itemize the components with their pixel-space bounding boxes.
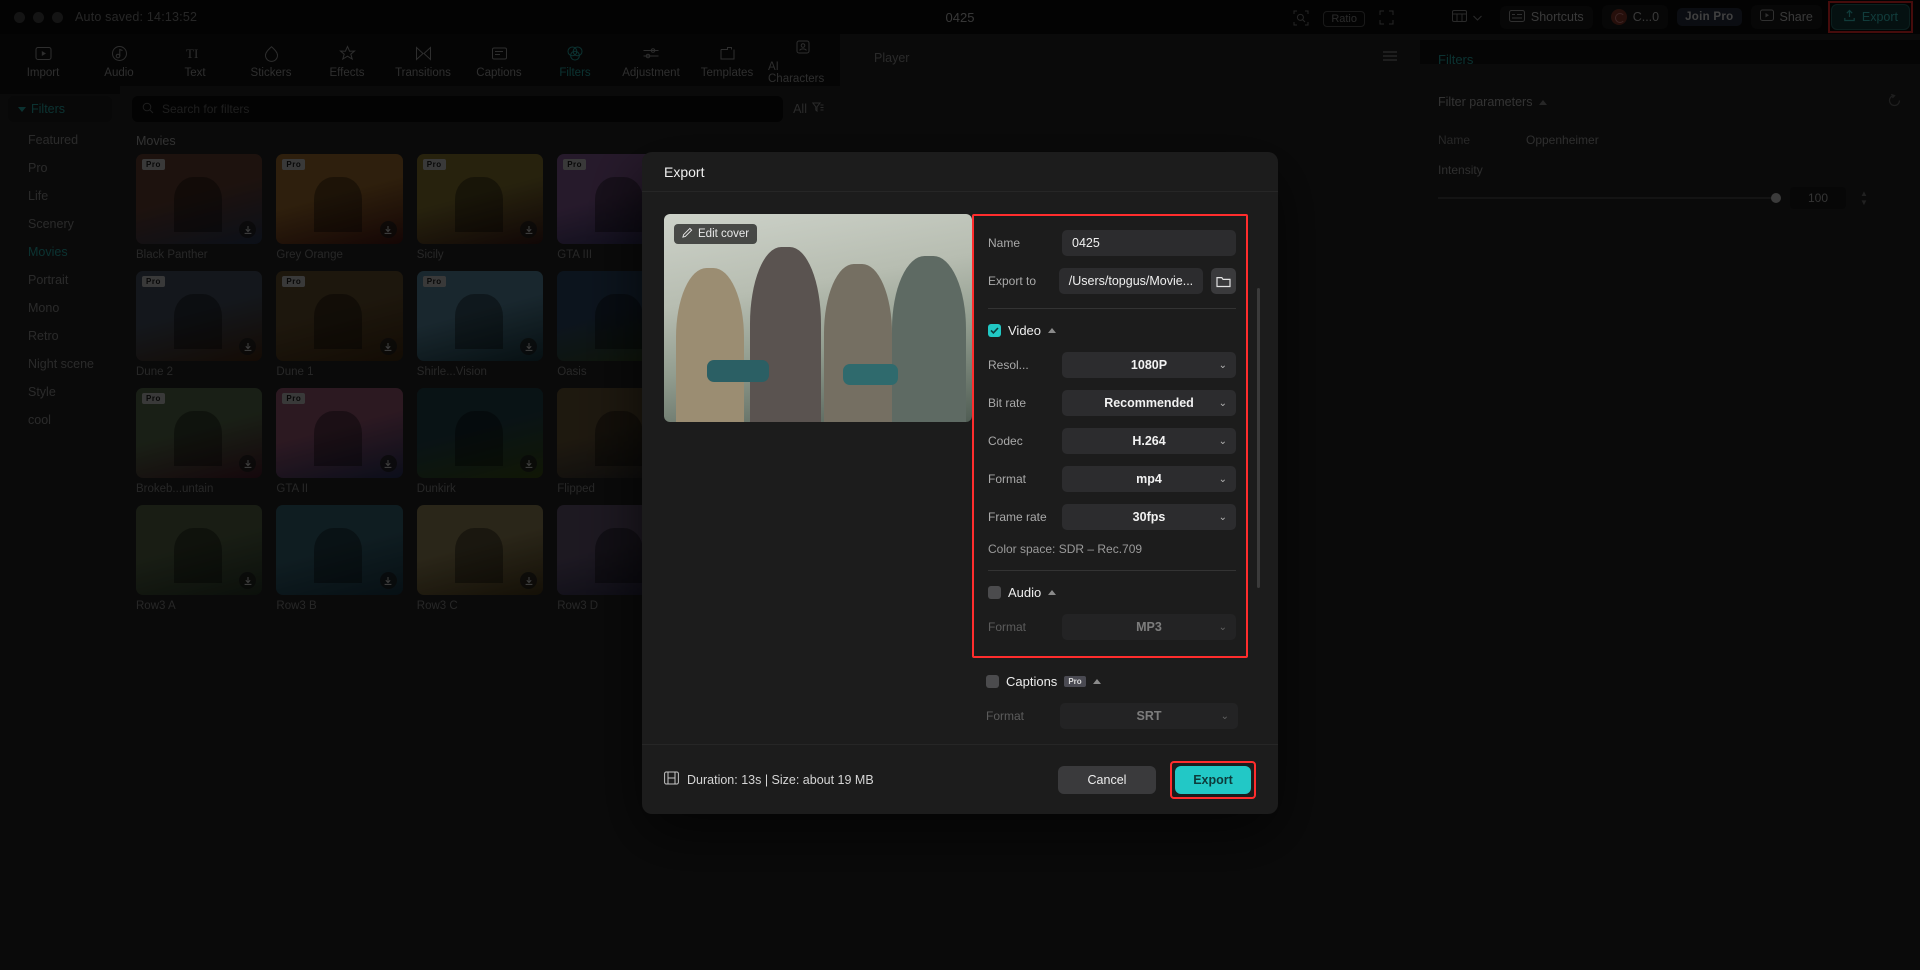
audio-format-value: MP3	[1136, 620, 1162, 634]
export-dialog-actions: Cancel Export	[1058, 760, 1256, 799]
color-space-info: Color space: SDR – Rec.709	[988, 542, 1143, 556]
chevron-down-icon: ⌄	[1218, 435, 1227, 447]
captions-format-row: Format SRT ⌄	[986, 703, 1238, 729]
captions-group-header[interactable]: Captions Pro	[986, 674, 1238, 689]
pro-badge: Pro	[1064, 676, 1086, 687]
framerate-label: Frame rate	[988, 510, 1047, 524]
export-settings-highlight: Name 0425 Export to /Users/topgus/Movie.…	[972, 214, 1248, 658]
audio-label: Audio	[1008, 585, 1042, 600]
export-path-input[interactable]: /Users/topgus/Movie...	[1058, 268, 1204, 294]
bitrate-row: Bit rate Recommended ⌄	[988, 390, 1236, 416]
codec-value: H.264	[1132, 434, 1166, 448]
audio-format-row: Format MP3 ⌄	[988, 614, 1236, 640]
resolution-row: Resol... 1080P ⌄	[988, 352, 1236, 378]
audio-group-header[interactable]: Audio	[988, 585, 1236, 600]
name-input[interactable]: 0425	[1062, 230, 1236, 256]
codec-row: Codec H.264 ⌄	[988, 428, 1236, 454]
audio-format-label: Format	[988, 620, 1027, 634]
chevron-up-icon[interactable]	[1048, 590, 1057, 595]
captions-format-select[interactable]: SRT ⌄	[1060, 703, 1238, 729]
film-icon	[664, 771, 679, 788]
edit-pencil-icon	[682, 227, 693, 241]
format-row: Format mp4 ⌄	[988, 466, 1236, 492]
format-label: Format	[988, 472, 1027, 486]
export-dialog: Export Edit cover Name 0425 Export to /U…	[642, 152, 1278, 814]
name-label: Name	[988, 236, 1021, 250]
cover-preview[interactable]: Edit cover	[664, 214, 972, 422]
captions-section: Captions Pro Format SRT ⌄	[972, 658, 1248, 729]
captions-label: Captions	[1006, 674, 1058, 689]
cancel-button[interactable]: Cancel	[1058, 765, 1156, 794]
format-value: mp4	[1136, 472, 1162, 486]
framerate-value: 30fps	[1132, 510, 1166, 524]
export-confirm-button[interactable]: Export	[1175, 765, 1251, 794]
export-to-row: Export to /Users/topgus/Movie...	[988, 268, 1236, 294]
folder-icon[interactable]	[1211, 268, 1236, 294]
edit-cover-button[interactable]: Edit cover	[674, 224, 758, 244]
export-summary-text: Duration: 13s | Size: about 19 MB	[687, 772, 874, 787]
export-dialog-footer: Duration: 13s | Size: about 19 MB Cancel…	[642, 744, 1278, 814]
resolution-label: Resol...	[988, 358, 1029, 372]
bitrate-value: Recommended	[1104, 396, 1194, 410]
captions-format-label: Format	[986, 709, 1025, 723]
codec-label: Codec	[988, 434, 1023, 448]
codec-select[interactable]: H.264 ⌄	[1062, 428, 1236, 454]
chevron-down-icon: ⌄	[1218, 397, 1227, 409]
chevron-down-icon: ⌄	[1218, 511, 1227, 523]
settings-divider-1	[988, 308, 1236, 309]
settings-divider-2	[988, 570, 1236, 571]
edit-cover-label: Edit cover	[698, 228, 750, 240]
captions-format-value: SRT	[1136, 709, 1162, 723]
export-cover-section: Edit cover	[642, 192, 972, 744]
export-dialog-title: Export	[642, 152, 1278, 192]
export-to-label: Export to	[988, 274, 1037, 288]
export-dialog-body: Edit cover Name 0425 Export to /Users/to…	[642, 192, 1278, 744]
format-select[interactable]: mp4 ⌄	[1062, 466, 1236, 492]
bitrate-label: Bit rate	[988, 396, 1027, 410]
chevron-up-icon[interactable]	[1092, 679, 1101, 684]
video-label: Video	[1008, 323, 1042, 338]
settings-scrollbar[interactable]	[1257, 288, 1260, 588]
name-row: Name 0425	[988, 230, 1236, 256]
video-checkbox[interactable]	[988, 324, 1001, 337]
chevron-down-icon: ⌄	[1218, 621, 1227, 633]
bitrate-select[interactable]: Recommended ⌄	[1062, 390, 1236, 416]
chevron-up-icon[interactable]	[1048, 328, 1057, 333]
chevron-down-icon: ⌄	[1218, 473, 1227, 485]
video-group-header[interactable]: Video	[988, 323, 1236, 338]
chevron-down-icon: ⌄	[1218, 359, 1227, 371]
resolution-value: 1080P	[1130, 358, 1168, 372]
export-confirm-highlight: Export	[1170, 760, 1256, 799]
captions-checkbox[interactable]	[986, 675, 999, 688]
audio-checkbox[interactable]	[988, 586, 1001, 599]
export-settings-section: Name 0425 Export to /Users/topgus/Movie.…	[972, 192, 1266, 744]
resolution-select[interactable]: 1080P ⌄	[1062, 352, 1236, 378]
app-root: Auto saved: 14:13:52 0425 Shortcuts C...…	[0, 0, 1920, 970]
framerate-select[interactable]: 30fps ⌄	[1062, 504, 1236, 530]
chevron-down-icon: ⌄	[1220, 710, 1229, 722]
export-summary: Duration: 13s | Size: about 19 MB	[664, 771, 874, 788]
framerate-row: Frame rate 30fps ⌄	[988, 504, 1236, 530]
audio-format-select[interactable]: MP3 ⌄	[1062, 614, 1236, 640]
